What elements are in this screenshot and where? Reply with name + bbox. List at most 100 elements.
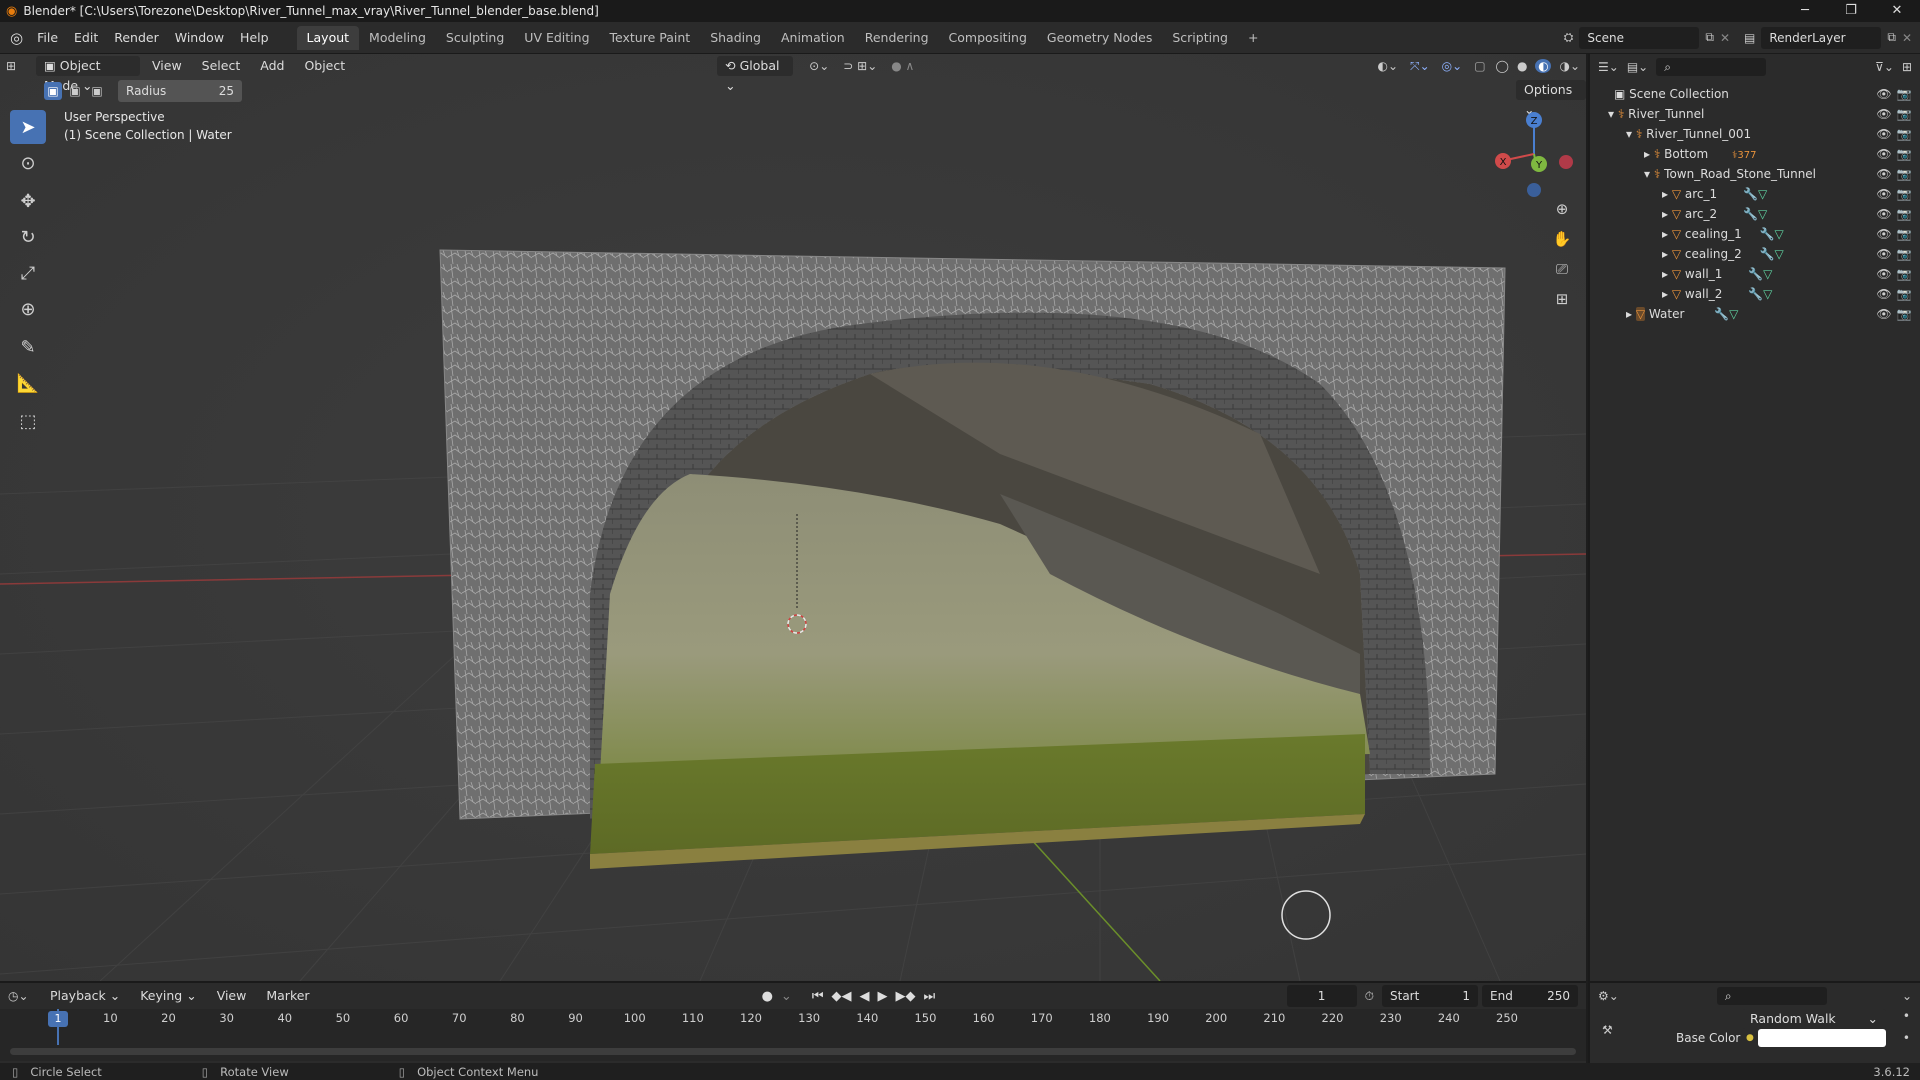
navigation-gizmo[interactable]: Z X Y: [1484, 104, 1574, 204]
display-mode-icon[interactable]: ▤⌄: [1627, 60, 1648, 74]
proportional-edit-icon[interactable]: ● ∧: [891, 59, 914, 73]
3d-viewport[interactable]: ⊞ ▣ Object Mode ⌄ View Select Add Object…: [0, 54, 1586, 981]
measure-tool-icon[interactable]: 📐: [10, 366, 46, 400]
mesh-data-icon[interactable]: ▽: [1763, 267, 1772, 281]
play-reverse-icon[interactable]: ◀: [860, 989, 870, 1004]
visibility-icon[interactable]: ◐⌄: [1377, 59, 1398, 73]
next-keyframe-icon[interactable]: ▶◆: [896, 989, 916, 1004]
properties-search-input[interactable]: ⌕: [1716, 987, 1827, 1005]
timeline-view-menu[interactable]: View: [209, 986, 255, 1006]
menu-view[interactable]: View: [144, 56, 190, 76]
expand-arrow-icon[interactable]: ▾: [1644, 167, 1654, 181]
scene-icon[interactable]: ⛭: [1564, 30, 1574, 45]
mesh-data-icon[interactable]: ▽: [1758, 207, 1767, 221]
filter-icon[interactable]: ⊽⌄: [1875, 60, 1894, 74]
modifier-wrench-icon[interactable]: 🔧: [1743, 187, 1758, 201]
eye-icon[interactable]: 👁: [1876, 224, 1892, 244]
timeline-area[interactable]: 1102030405060708090100110120130140150160…: [0, 1009, 1586, 1061]
keying-menu[interactable]: Keying ⌄: [132, 986, 204, 1006]
outliner-item[interactable]: ▸ ▽ wall_2 🔧▽ 👁 📷: [1590, 284, 1920, 304]
record-icon[interactable]: ●: [762, 989, 773, 1004]
keyframe-dot-icon[interactable]: •: [1903, 1009, 1910, 1023]
eye-icon[interactable]: 👁: [1876, 304, 1892, 324]
marker-menu[interactable]: Marker: [258, 986, 317, 1006]
outliner-root[interactable]: ▣ Scene Collection 👁 📷: [1590, 84, 1920, 104]
timeline-editor-type-icon[interactable]: ◷⌄: [8, 989, 38, 1003]
eye-icon[interactable]: 👁: [1876, 164, 1892, 184]
outliner-item[interactable]: ▾ ⚕ River_Tunnel_001 👁 📷: [1590, 124, 1920, 144]
gizmo-toggle-icon[interactable]: ⤧⌄: [1410, 59, 1430, 74]
render-camera-icon[interactable]: 📷: [1896, 224, 1912, 244]
expand-arrow-icon[interactable]: ▸: [1644, 147, 1654, 161]
playback-menu[interactable]: Playback ⌄: [42, 986, 128, 1006]
transform-orientation-selector[interactable]: ⟲ Global ⌄: [717, 56, 794, 93]
tab-animation[interactable]: Animation: [771, 26, 855, 50]
tab-layout[interactable]: Layout: [296, 25, 360, 50]
modifier-wrench-icon[interactable]: 🔧: [1743, 207, 1758, 221]
select-tool-icon[interactable]: ➤: [10, 110, 46, 144]
solid-shading-icon[interactable]: ●: [1517, 59, 1527, 73]
eye-icon[interactable]: 👁: [1876, 124, 1892, 144]
new-view-layer-icon[interactable]: ⧉: [1887, 30, 1896, 45]
add-workspace-button[interactable]: +: [1238, 26, 1268, 50]
expand-arrow-icon[interactable]: ▸: [1662, 287, 1672, 301]
tab-scripting[interactable]: Scripting: [1162, 26, 1238, 50]
expand-arrow-icon[interactable]: ▸: [1662, 267, 1672, 281]
mesh-data-icon[interactable]: ▽: [1758, 187, 1767, 201]
eye-icon[interactable]: 👁: [1876, 264, 1892, 284]
end-frame-field[interactable]: End 250: [1482, 985, 1578, 1007]
tab-geometry-nodes[interactable]: Geometry Nodes: [1037, 26, 1162, 50]
xray-toggle-icon[interactable]: ▢: [1474, 59, 1485, 73]
outliner-editor-type-icon[interactable]: ☰⌄: [1598, 60, 1619, 74]
select-mode-subtract-icon[interactable]: ▣: [88, 84, 106, 98]
annotate-tool-icon[interactable]: ✎: [10, 330, 46, 364]
outliner-item[interactable]: ▸ ⚕ Bottom ⚕377 👁 📷: [1590, 144, 1920, 164]
expand-arrow-icon[interactable]: ▸: [1626, 307, 1636, 321]
rotate-tool-icon[interactable]: ↻: [10, 220, 46, 254]
gizmo-neg-x-icon[interactable]: [1559, 155, 1573, 169]
modifier-wrench-icon[interactable]: 🔧: [1748, 287, 1763, 301]
new-scene-icon[interactable]: ⧉: [1705, 30, 1714, 45]
render-camera-icon[interactable]: 📷: [1896, 204, 1912, 224]
outliner-item[interactable]: ▸ ▽ wall_1 🔧▽ 👁 📷: [1590, 264, 1920, 284]
minimize-button[interactable]: ─: [1782, 0, 1828, 22]
menu-select[interactable]: Select: [194, 56, 249, 76]
modifier-wrench-icon[interactable]: 🔧: [1748, 267, 1763, 281]
render-camera-icon[interactable]: 📷: [1896, 104, 1912, 124]
tab-compositing[interactable]: Compositing: [939, 26, 1037, 50]
menu-file[interactable]: File: [29, 26, 66, 50]
wireframe-shading-icon[interactable]: ◯: [1496, 59, 1509, 73]
eye-icon[interactable]: 👁: [1876, 144, 1892, 164]
tab-shading[interactable]: Shading: [700, 26, 771, 50]
eye-icon[interactable]: 👁: [1876, 104, 1892, 124]
editor-type-icon[interactable]: ⊞: [6, 59, 32, 73]
jump-start-icon[interactable]: ⏮: [812, 989, 824, 1004]
eye-icon[interactable]: 👁: [1876, 244, 1892, 264]
blender-menu-icon[interactable]: ◎: [10, 29, 23, 47]
pivot-point-icon[interactable]: ⊙⌄: [809, 59, 829, 73]
timeline-scrollbar[interactable]: [10, 1048, 1576, 1055]
scale-tool-icon[interactable]: ⤢: [10, 256, 46, 290]
expand-arrow-icon[interactable]: ▾: [1608, 107, 1618, 121]
render-camera-icon[interactable]: 📷: [1896, 264, 1912, 284]
tab-modeling[interactable]: Modeling: [359, 26, 436, 50]
material-shading-icon[interactable]: ◐: [1535, 59, 1552, 73]
prev-keyframe-icon[interactable]: ◆◀: [832, 989, 852, 1004]
select-mode-extend-icon[interactable]: ▣: [66, 84, 84, 98]
overlay-toggle-icon[interactable]: ◎⌄: [1442, 59, 1463, 73]
outliner-item[interactable]: ▸ ▽ cealing_2 🔧▽ 👁 📷: [1590, 244, 1920, 264]
remove-view-layer-icon[interactable]: ✕: [1902, 31, 1912, 45]
rendered-shading-icon[interactable]: ◑⌄: [1559, 59, 1580, 73]
render-camera-icon[interactable]: 📷: [1896, 284, 1912, 304]
mesh-data-icon[interactable]: ▽: [1729, 307, 1738, 321]
outliner-search-input[interactable]: ⌕: [1656, 58, 1767, 76]
add-cube-tool-icon[interactable]: ⬚: [10, 404, 46, 438]
cursor-tool-icon[interactable]: ⊙: [10, 146, 46, 180]
expand-arrow-icon[interactable]: ▸: [1662, 187, 1672, 201]
view-layer-icon[interactable]: ▤: [1744, 31, 1755, 45]
mesh-data-icon[interactable]: ▽: [1763, 287, 1772, 301]
menu-window[interactable]: Window: [167, 26, 232, 50]
options-dropdown[interactable]: Options ⌄: [1516, 80, 1586, 117]
start-frame-field[interactable]: Start 1: [1382, 985, 1478, 1007]
base-color-swatch[interactable]: [1758, 1029, 1886, 1047]
